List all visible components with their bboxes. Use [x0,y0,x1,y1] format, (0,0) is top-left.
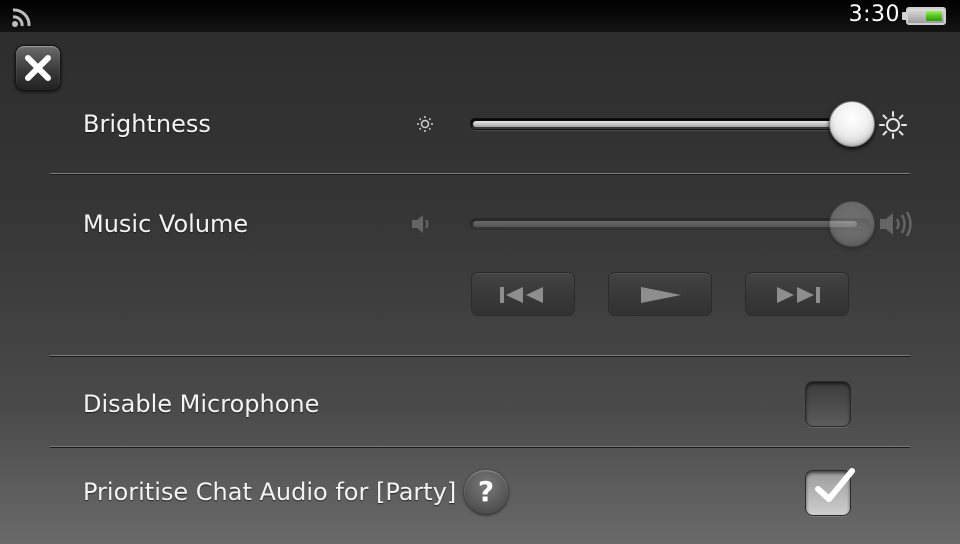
music-volume-label: Music Volume [83,210,249,238]
prioritise-chat-audio-label: Prioritise Chat Audio for [Party] [83,478,457,506]
next-track-icon [777,287,820,303]
previous-track-button[interactable] [471,272,575,316]
brightness-low-icon [417,116,433,132]
checkmark-icon [815,468,855,502]
brightness-slider-fill [473,121,853,127]
divider [50,173,910,175]
brightness-label: Brightness [83,110,211,138]
close-icon [25,55,51,81]
disable-microphone-checkbox[interactable] [805,381,851,427]
brightness-high-icon [879,111,907,139]
divider [50,446,910,448]
play-icon [641,287,681,303]
prioritise-chat-audio-checkbox[interactable] [805,468,855,516]
next-track-button[interactable] [745,272,849,316]
brightness-slider-thumb[interactable] [829,101,875,147]
previous-track-icon [500,287,543,303]
battery-level [926,11,942,21]
play-button[interactable] [608,272,712,316]
help-icon[interactable]: ? [464,470,508,514]
volume-high-icon [880,211,912,237]
wifi-broadcast-icon [12,8,31,27]
disable-microphone-label: Disable Microphone [83,390,320,418]
divider [50,355,910,357]
music-volume-slider[interactable] [470,218,870,230]
close-button[interactable] [15,45,61,91]
music-volume-slider-fill [473,221,857,227]
brightness-slider[interactable] [470,118,870,130]
volume-low-icon [412,215,429,233]
music-volume-slider-thumb[interactable] [829,201,875,247]
battery-icon [906,7,946,25]
status-bar: 3:30 [0,0,960,32]
clock: 3:30 [848,2,900,27]
